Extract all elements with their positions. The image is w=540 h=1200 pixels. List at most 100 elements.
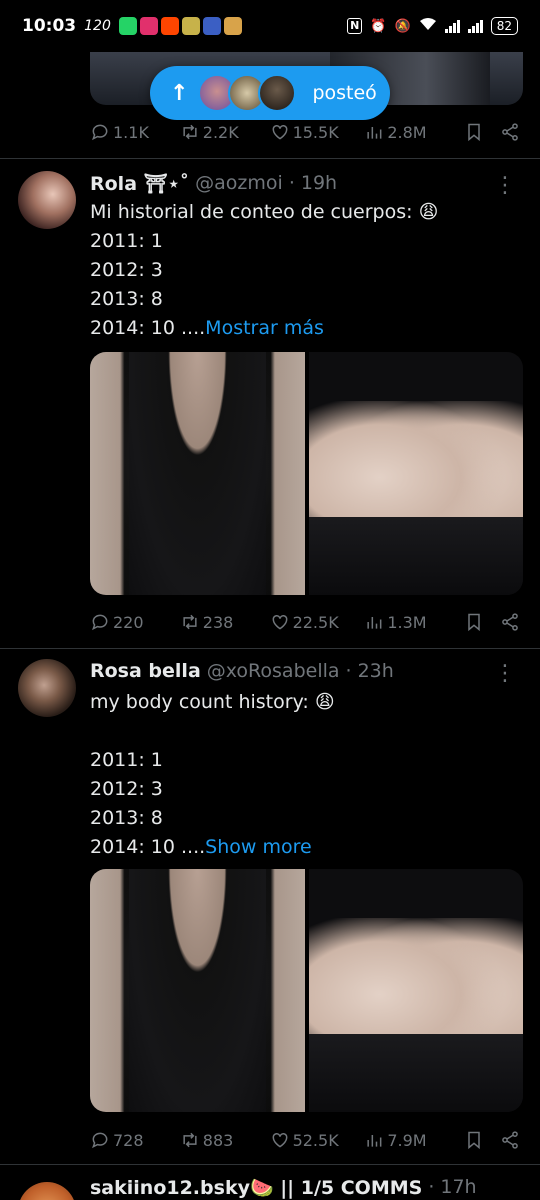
avatar[interactable] xyxy=(18,659,76,717)
separator-dot: · xyxy=(345,660,352,682)
like-button[interactable]: 22.5K xyxy=(270,612,365,632)
reply-icon xyxy=(92,1132,108,1149)
bookmark-button[interactable] xyxy=(464,122,500,142)
show-more-link[interactable]: Show more xyxy=(205,836,312,858)
more-options-icon[interactable]: ⋮ xyxy=(494,175,516,197)
views-icon xyxy=(367,127,382,139)
posted-avatars xyxy=(198,74,297,112)
tweet-header: Rosa bella @xoRosabella · 23h xyxy=(90,660,394,682)
bookmark-icon xyxy=(468,1131,480,1150)
handle[interactable]: @xoRosabella xyxy=(207,660,340,682)
tweet[interactable]: Rosa bella @xoRosabella · 23h ⋮ my body … xyxy=(0,649,540,1149)
signal-icon xyxy=(444,19,460,33)
tweet-media xyxy=(90,352,523,595)
nfc-icon: N xyxy=(347,18,363,34)
separator-dot: · xyxy=(288,172,295,194)
views-button[interactable]: 2.8M xyxy=(364,122,464,142)
bookmark-button[interactable] xyxy=(464,612,500,632)
mute-icon: 🔕 xyxy=(394,18,411,34)
network-speed: 120 xyxy=(84,18,111,34)
views-icon xyxy=(367,1135,382,1147)
share-icon xyxy=(502,613,518,631)
heart-icon xyxy=(272,1132,287,1148)
reply-count: 220 xyxy=(113,612,144,632)
views-button[interactable]: 7.9M xyxy=(364,1130,464,1150)
like-count: 15.5K xyxy=(292,122,339,142)
tweet[interactable]: Rola ⛩⋆˚ @aozmoi · 19h ⋮ Mi historial de… xyxy=(0,159,540,649)
display-name[interactable]: Rosa bella xyxy=(90,660,201,682)
reply-button[interactable]: 1.1K xyxy=(90,122,180,142)
share-button[interactable] xyxy=(500,612,520,632)
views-button[interactable]: 1.3M xyxy=(364,612,464,632)
instagram-icon xyxy=(139,17,158,35)
reply-button[interactable]: 220 xyxy=(90,612,180,632)
reply-icon xyxy=(92,614,108,631)
repost-count: 2.2K xyxy=(202,122,239,142)
share-button[interactable] xyxy=(500,122,520,142)
avatar[interactable] xyxy=(18,1182,76,1200)
bookmark-icon xyxy=(468,613,480,632)
repost-count: 238 xyxy=(202,612,234,632)
repost-button[interactable]: 2.2K xyxy=(180,122,270,142)
tweet-header: sakiino12.bsky🍉 || 1/5 COMMS · 17h xyxy=(90,1176,477,1199)
post-actions: 1.1K 2.2K 15.5K 2.8M xyxy=(90,118,520,146)
share-icon xyxy=(502,123,518,141)
status-bar: 10:03 120 N ⏰ 🔕 82 xyxy=(0,0,540,52)
tweet-actions: 728 883 52.5K 7.9M xyxy=(90,1126,520,1154)
tweet-text-content: my body count history: 😩 2011: 1 2012: 3… xyxy=(90,691,335,858)
like-button[interactable]: 52.5K xyxy=(270,1130,365,1150)
show-more-link[interactable]: Mostrar más xyxy=(205,317,324,339)
signal-icon-2 xyxy=(467,19,483,33)
media-photo[interactable] xyxy=(308,869,523,1112)
view-count: 7.9M xyxy=(387,1130,427,1150)
notification-icons xyxy=(118,17,242,35)
like-button[interactable]: 15.5K xyxy=(270,122,365,142)
timestamp[interactable]: 17h xyxy=(440,1176,476,1199)
reply-count: 1.1K xyxy=(113,122,149,142)
display-name[interactable]: sakiino12.bsky🍉 || 1/5 COMMS xyxy=(90,1176,422,1199)
pokemon-icon xyxy=(202,17,221,35)
bookmark-button[interactable] xyxy=(464,1130,500,1150)
media-photo[interactable] xyxy=(308,352,523,595)
wifi-icon xyxy=(419,17,437,35)
repost-icon xyxy=(183,614,197,630)
avatar[interactable] xyxy=(18,171,76,229)
tweet-header: Rola ⛩⋆˚ @aozmoi · 19h xyxy=(90,172,337,195)
repost-icon xyxy=(183,124,197,140)
share-button[interactable] xyxy=(500,1130,520,1150)
media-photo[interactable] xyxy=(90,869,305,1112)
posted-label: posteó xyxy=(312,82,377,104)
arrow-up-icon: ↑ xyxy=(170,80,189,106)
reply-button[interactable]: 728 xyxy=(90,1130,180,1150)
tweet-media xyxy=(90,869,523,1112)
tweet[interactable]: sakiino12.bsky🍉 || 1/5 COMMS · 17h xyxy=(0,1170,540,1200)
handle[interactable]: @aozmoi xyxy=(195,172,283,195)
alarm-icon: ⏰ xyxy=(370,18,387,34)
timestamp[interactable]: 19h xyxy=(301,172,337,195)
like-count: 22.5K xyxy=(292,612,339,632)
tweet-text: my body count history: 😩 2011: 1 2012: 3… xyxy=(90,688,335,862)
view-count: 2.8M xyxy=(387,122,427,142)
tweet-text: Mi historial de conteo de cuerpos: 😩 201… xyxy=(90,198,438,343)
display-name[interactable]: Rola ⛩⋆˚ xyxy=(90,172,189,195)
whatsapp-icon xyxy=(118,17,137,35)
like-count: 52.5K xyxy=(292,1130,339,1150)
more-options-icon[interactable]: ⋮ xyxy=(494,663,516,685)
new-posts-pill[interactable]: ↑ posteó xyxy=(150,66,390,120)
timestamp[interactable]: 23h xyxy=(358,660,394,682)
repost-icon xyxy=(183,1132,197,1148)
views-icon xyxy=(367,617,382,629)
reply-icon xyxy=(92,124,108,141)
repost-button[interactable]: 238 xyxy=(180,612,270,632)
clock: 10:03 xyxy=(22,16,77,36)
view-count: 1.3M xyxy=(387,612,427,632)
avatar xyxy=(258,74,297,112)
heart-icon xyxy=(272,124,287,140)
bookmark-icon xyxy=(468,123,480,142)
reply-count: 728 xyxy=(113,1130,144,1150)
battery-icon: 82 xyxy=(490,17,518,35)
media-photo[interactable] xyxy=(90,352,305,595)
tweet-actions: 220 238 22.5K 1.3M xyxy=(90,608,520,636)
repost-button[interactable]: 883 xyxy=(180,1130,270,1150)
mail-app-icon xyxy=(223,17,242,35)
